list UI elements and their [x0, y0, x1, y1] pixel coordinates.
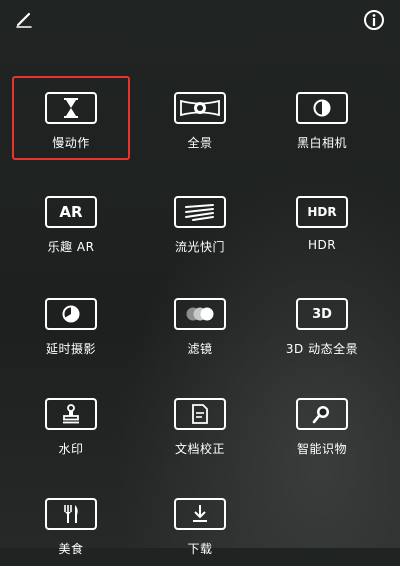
pencil-icon[interactable] [12, 8, 36, 32]
mode-timelapse[interactable]: 延时摄影 [11, 290, 131, 366]
download-icon [174, 498, 226, 530]
camera-mode-screen: 慢动作 全景 黑白相机 AR 乐趣 AR 流光快门 HDR HDR 延时摄影 滤… [0, 0, 400, 556]
mode-label: 延时摄影 [45, 342, 96, 356]
light-trail-icon [174, 196, 226, 228]
mode-monochrome[interactable]: 黑白相机 [262, 84, 382, 160]
half-circle-icon [296, 92, 348, 124]
hourglass-icon [45, 92, 97, 124]
stamp-icon [45, 398, 97, 430]
filter-icon [174, 298, 226, 330]
panorama-icon [174, 92, 226, 124]
mode-filter[interactable]: 滤镜 [140, 290, 260, 366]
mode-label: 流光快门 [174, 240, 225, 254]
mode-panorama[interactable]: 全景 [140, 84, 260, 160]
mode-label: 乐趣 AR [47, 240, 95, 254]
mode-label: 水印 [58, 442, 84, 456]
mode-label: 全景 [187, 136, 213, 150]
mode-label: 慢动作 [52, 136, 90, 150]
mode-3d-panorama[interactable]: 3D 3D 动态全景 [262, 290, 382, 366]
mode-slow-motion[interactable]: 慢动作 [11, 84, 131, 160]
mode-watermark[interactable]: 水印 [11, 390, 131, 466]
mode-light-painting[interactable]: 流光快门 [140, 188, 260, 264]
mode-document-scan[interactable]: 文档校正 [140, 390, 260, 466]
ar-icon: AR [45, 196, 97, 228]
magnifier-icon [296, 398, 348, 430]
mode-label: HDR [307, 238, 337, 252]
mode-ar[interactable]: AR 乐趣 AR [11, 188, 131, 264]
mode-label: 智能识物 [296, 442, 347, 456]
mode-hdr[interactable]: HDR HDR [262, 188, 382, 264]
mode-label: 文档校正 [174, 442, 225, 456]
mode-food[interactable]: 美食 [11, 490, 131, 566]
mode-label: 3D 动态全景 [285, 342, 359, 356]
document-icon [174, 398, 226, 430]
mode-label: 美食 [58, 542, 84, 556]
3d-icon: 3D [296, 298, 348, 330]
hdr-icon: HDR [296, 196, 348, 228]
mode-label: 黑白相机 [296, 136, 347, 150]
mode-label: 滤镜 [187, 342, 213, 356]
mode-object-recognition[interactable]: 智能识物 [262, 390, 382, 466]
mode-download[interactable]: 下载 [140, 490, 260, 566]
mode-label: 下载 [187, 542, 213, 556]
cutlery-icon [45, 498, 97, 530]
info-icon[interactable] [362, 8, 386, 32]
timelapse-icon [45, 298, 97, 330]
